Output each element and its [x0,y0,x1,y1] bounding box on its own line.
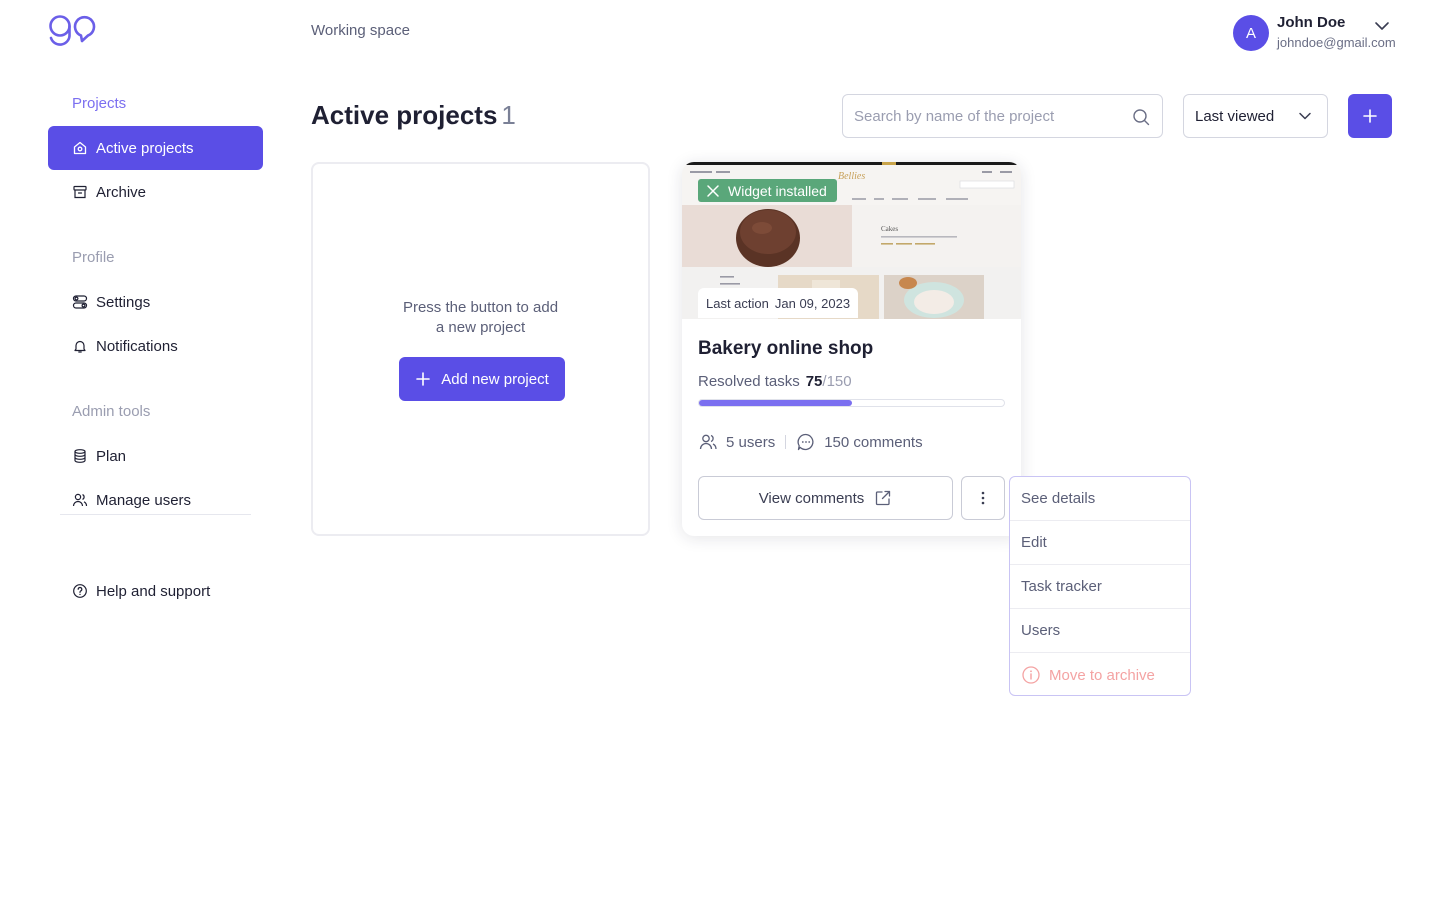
help-circle-icon [72,583,88,599]
svg-text:Bellies: Bellies [838,171,865,182]
sidebar-item-help[interactable]: Help and support [48,569,263,613]
view-comments-button[interactable]: View comments [698,476,953,520]
go-logo[interactable] [48,14,102,48]
sidebar: Projects Active projects Archive Profile… [48,94,263,613]
sidebar-item-label: Manage users [96,491,192,509]
info-icon [1021,665,1041,685]
users-icon [698,432,718,452]
resolved-tasks-label: Resolved tasks [698,373,800,390]
menu-item-see-details[interactable]: See details [1010,477,1190,521]
users-icon [72,492,88,508]
resolved-tasks: Resolved tasks 75/150 [698,373,852,390]
plus-icon [1363,109,1377,123]
sidebar-item-label: Plan [96,447,127,465]
plus-icon [415,371,431,387]
search-icon[interactable] [1132,108,1150,126]
sidebar-item-label: Help and support [96,582,211,600]
search-input[interactable] [854,107,1124,125]
more-vertical-icon [981,491,985,505]
add-new-project-label: Add new project [441,370,549,388]
external-link-icon [874,489,892,507]
sidebar-item-label: Archive [96,183,147,201]
project-title[interactable]: Bakery online shop [698,338,873,360]
sidebar-item-plan[interactable]: Plan [48,434,263,478]
last-action-chip: Last action Jan 09, 2023 [698,288,859,318]
sidebar-item-label: Settings [96,293,151,311]
workspace-title: Working space [311,22,410,39]
sidebar-item-notifications[interactable]: Notifications [48,324,263,368]
page-title-text: Active projects [311,100,498,130]
home-icon [72,140,88,156]
comments-count: 150 comments [824,433,923,451]
sidebar-item-label: Notifications [96,337,178,355]
chevron-down-icon [1299,112,1311,120]
search-field[interactable] [842,94,1163,138]
sort-select[interactable]: Last viewed [1183,94,1328,138]
section-label-projects: Projects [72,95,127,112]
project-options-menu: See details Edit Task tracker Users Move… [1009,476,1191,696]
project-thumbnail: Bellies Cakes Widget installed Last acti… [682,162,1021,319]
close-icon[interactable] [706,184,720,198]
add-new-project-button[interactable]: Add new project [399,357,565,401]
section-label-admin-tools: Admin tools [72,403,151,420]
menu-item-move-to-archive[interactable]: Move to archive [1010,653,1190,697]
last-action-label: Last action [706,295,769,311]
last-action-date: Jan 09, 2023 [774,295,851,311]
sidebar-divider [60,514,251,515]
user-menu[interactable]: A John Doe johndoe@gmail.com [1233,13,1396,53]
widget-installed-label: Widget installed [728,182,827,199]
project-card[interactable]: Bellies Cakes Widget installed Last acti… [682,162,1021,536]
view-comments-label: View comments [758,489,865,507]
add-project-button[interactable] [1348,94,1392,138]
resolved-tasks-done: 75 [805,373,823,390]
sidebar-item-manage-users[interactable]: Manage users [48,478,263,522]
sidebar-item-label: Active projects [96,139,194,157]
sidebar-item-active-projects[interactable]: Active projects [48,126,263,170]
empty-card-text: Press the button to add a new project [313,298,648,338]
tasks-progress-bar [698,399,1005,407]
new-project-card: Press the button to add a new project Ad… [311,162,650,536]
toggles-icon [72,294,88,310]
users-count: 5 users [726,433,776,451]
avatar: A [1233,15,1269,51]
menu-item-users[interactable]: Users [1010,609,1190,653]
menu-item-task-tracker[interactable]: Task tracker [1010,565,1190,609]
archive-icon [72,184,88,200]
resolved-tasks-total: /150 [822,373,852,390]
user-email: johndoe@gmail.com [1277,35,1396,50]
bell-icon [72,338,88,354]
svg-text:Cakes: Cakes [881,225,898,233]
comment-icon [796,432,816,452]
meta-separator [785,435,787,449]
page-title: Active projects 1 [311,100,516,131]
empty-card-text-line2: a new project [435,319,526,336]
more-options-button[interactable] [961,476,1005,520]
database-icon [72,448,88,464]
empty-card-text-line1: Press the button to add [402,299,559,316]
section-label-profile: Profile [72,249,115,266]
menu-item-edit[interactable]: Edit [1010,521,1190,565]
sidebar-item-settings[interactable]: Settings [48,280,263,324]
move-to-archive-label: Move to archive [1049,666,1155,684]
chevron-down-icon[interactable] [1373,17,1391,35]
project-meta: 5 users 150 comments [698,432,923,452]
sidebar-item-archive[interactable]: Archive [48,170,263,214]
project-count: 1 [501,100,516,130]
sort-selected-value: Last viewed [1195,107,1275,125]
tasks-progress-fill [699,400,852,406]
widget-installed-badge: Widget installed [698,179,837,202]
